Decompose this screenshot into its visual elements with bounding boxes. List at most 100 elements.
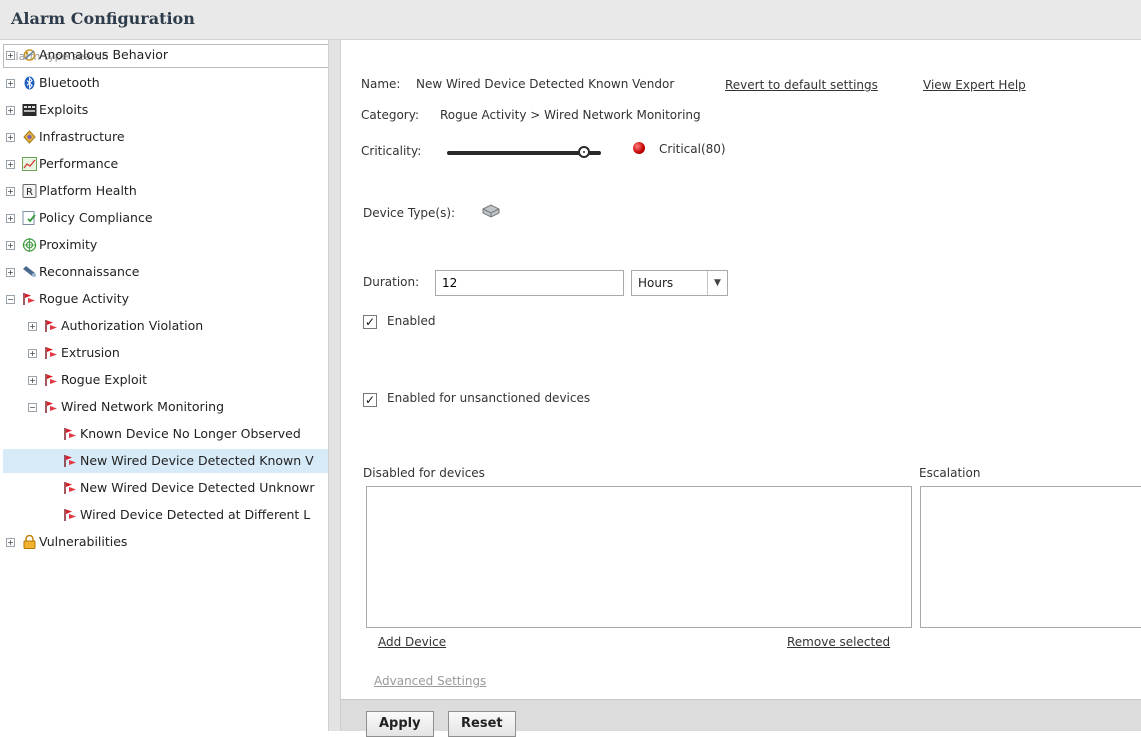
tree-item-infrastructure[interactable]: + Infrastructure: [0, 125, 328, 149]
infrastructure-icon: [22, 130, 37, 144]
criticality-key: Criticality:: [361, 144, 422, 158]
chevron-down-icon[interactable]: ▼: [707, 271, 727, 295]
title-bar: Alarm Configuration: [0, 0, 1141, 40]
tree-item-rogue-exploit[interactable]: + Rogue Exploit: [0, 368, 328, 392]
unsanctioned-checkbox[interactable]: ✓: [363, 393, 377, 407]
disabled-devices-list[interactable]: [366, 486, 912, 628]
rogue-flag-icon: [63, 454, 78, 468]
tree-item-performance[interactable]: + Performance: [0, 152, 328, 176]
expand-icon[interactable]: +: [6, 268, 15, 277]
tree-item-label: Platform Health: [39, 183, 137, 198]
tree-item-policy-compliance[interactable]: + Policy Compliance: [0, 206, 328, 230]
expand-icon[interactable]: +: [6, 538, 15, 547]
tree-item-label: Rogue Activity: [39, 291, 130, 306]
advanced-settings-link[interactable]: Advanced Settings: [374, 674, 486, 688]
tree-item-label: New Wired Device Detected Known V: [80, 453, 314, 468]
tree-item-label: Wired Device Detected at Different L: [80, 507, 311, 522]
expand-icon[interactable]: +: [6, 160, 15, 169]
device-types-key: Device Type(s):: [363, 206, 456, 220]
rogue-flag-icon: [44, 400, 59, 414]
window-title: Alarm Configuration: [11, 9, 195, 28]
tree-item-reconnaissance[interactable]: + Reconnaissance: [0, 260, 328, 284]
escalation-header: Escalation: [919, 466, 981, 480]
tree-item-known-device-no-longer-observed[interactable]: Known Device No Longer Observed: [0, 422, 328, 446]
category-key: Category:: [361, 108, 419, 122]
tree-item-label: Rogue Exploit: [61, 372, 148, 387]
add-device-link[interactable]: Add Device: [378, 635, 446, 649]
expand-icon[interactable]: +: [6, 241, 15, 250]
tree-item-vulnerabilities[interactable]: + Vulnerabilities: [0, 530, 328, 554]
tree-item-bluetooth[interactable]: + Bluetooth: [0, 71, 328, 95]
view-expert-help-link[interactable]: View Expert Help: [923, 78, 1026, 92]
rogue-flag-icon: [63, 481, 78, 495]
collapse-icon[interactable]: −: [28, 403, 37, 412]
platform-health-icon: R: [22, 184, 37, 198]
tree-item-extrusion[interactable]: + Extrusion: [0, 341, 328, 365]
tree-item-label: Wired Network Monitoring: [61, 399, 225, 414]
tree-item-proximity[interactable]: + Proximity: [0, 233, 328, 257]
rogue-flag-icon: [44, 373, 59, 387]
tree-item-label: Infrastructure: [39, 129, 125, 144]
anomalous-behavior-icon: [22, 48, 37, 62]
tree-item-label: Vulnerabilities: [39, 534, 128, 549]
critical-status-icon: [633, 142, 645, 154]
action-bar: Apply Reset: [341, 699, 1141, 737]
alarm-detail-panel: Name: New Wired Device Detected Known Ve…: [341, 40, 1141, 737]
revert-to-default-link[interactable]: Revert to default settings: [725, 78, 878, 92]
duration-input[interactable]: [435, 270, 624, 296]
tree-item-label: Extrusion: [61, 345, 120, 360]
rogue-flag-icon: [44, 319, 59, 333]
category-value: Rogue Activity > Wired Network Monitorin…: [440, 108, 701, 122]
apply-button[interactable]: Apply: [366, 711, 434, 737]
tree-item-label: Policy Compliance: [39, 210, 153, 225]
tree-item-label: Authorization Violation: [61, 318, 204, 333]
tree-item-wired-network-monitoring[interactable]: − Wired Network Monitoring: [0, 395, 328, 419]
tree-item-new-wired-device-detected-known-v[interactable]: New Wired Device Detected Known V: [3, 449, 331, 473]
collapse-icon[interactable]: −: [6, 295, 15, 304]
tree-item-exploits[interactable]: + Exploits: [0, 98, 328, 122]
tree-item-authorization-violation[interactable]: + Authorization Violation: [0, 314, 328, 338]
alarm-name: New Wired Device Detected Known Vendor: [416, 77, 675, 91]
tree-item-new-wired-device-detected-unknowr[interactable]: New Wired Device Detected Unknowr: [0, 476, 328, 500]
panel-splitter[interactable]: [328, 40, 341, 731]
vulnerabilities-lock-icon: [22, 535, 37, 549]
performance-chart-icon: [22, 157, 37, 171]
tree-item-rogue-activity[interactable]: − Rogue Activity: [0, 287, 328, 311]
expand-icon[interactable]: +: [28, 376, 37, 385]
name-key: Name:: [361, 77, 401, 91]
tree-item-label: Exploits: [39, 102, 89, 117]
rogue-flag-icon: [63, 427, 78, 441]
alarm-type-tree-panel: + Anomalous Behavior + Bluetooth + Exploits + I…: [0, 40, 335, 731]
expand-icon[interactable]: +: [6, 79, 15, 88]
tree-item-label: Proximity: [39, 237, 98, 252]
tree-item-label: Bluetooth: [39, 75, 100, 90]
reset-button[interactable]: Reset: [448, 711, 516, 737]
tree-item-platform-health[interactable]: + R Platform Health: [0, 179, 328, 203]
tree-item-label: Reconnaissance: [39, 264, 140, 279]
expand-icon[interactable]: +: [6, 51, 15, 60]
criticality-slider-handle[interactable]: [578, 146, 590, 158]
escalation-list[interactable]: [920, 486, 1141, 628]
expand-icon[interactable]: +: [28, 322, 37, 331]
duration-unit-value: Hours: [638, 276, 674, 290]
expand-icon[interactable]: +: [6, 106, 15, 115]
tree-item-label: Anomalous Behavior: [39, 47, 168, 62]
expand-icon[interactable]: +: [6, 214, 15, 223]
tree-item-label: Known Device No Longer Observed: [80, 426, 301, 441]
tree-item-anomalous-behavior[interactable]: + Anomalous Behavior: [0, 43, 328, 67]
expand-icon[interactable]: +: [6, 133, 15, 142]
wired-device-icon: [481, 204, 501, 221]
remove-selected-link[interactable]: Remove selected: [787, 635, 890, 649]
criticality-value: Critical(80): [659, 142, 726, 156]
tree-item-wired-device-detected-at-different-l[interactable]: Wired Device Detected at Different L: [0, 503, 328, 527]
expand-icon[interactable]: +: [28, 349, 37, 358]
enabled-label: Enabled: [387, 314, 436, 328]
expand-icon[interactable]: +: [6, 187, 15, 196]
duration-unit-select[interactable]: Hours ▼: [631, 270, 728, 296]
enabled-checkbox[interactable]: ✓: [363, 315, 377, 329]
rogue-flag-icon: [63, 508, 78, 522]
disabled-devices-header: Disabled for devices: [363, 466, 485, 480]
policy-compliance-icon: [22, 211, 37, 225]
unsanctioned-label: Enabled for unsanctioned devices: [387, 391, 591, 405]
proximity-icon: [22, 238, 37, 252]
